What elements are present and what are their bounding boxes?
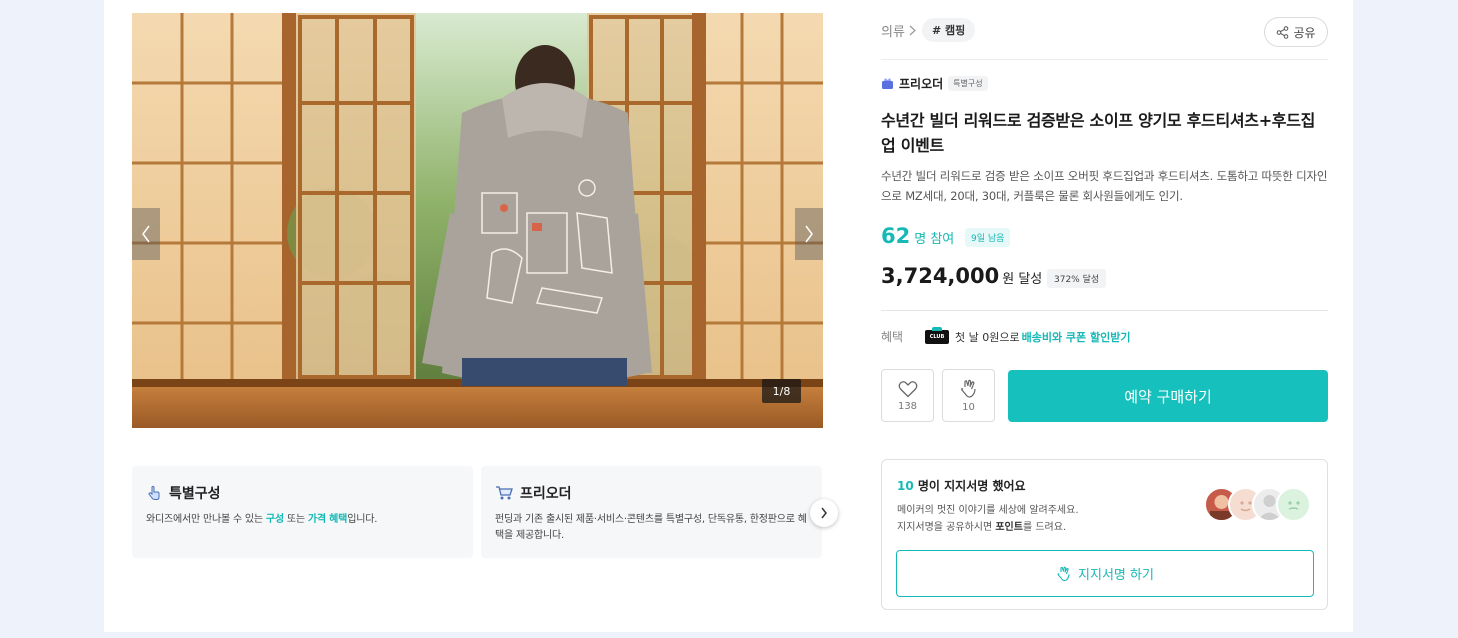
days-left-badge: 9일 남음 [965, 228, 1011, 247]
support-title-text: 명이 지지서명 했어요 [913, 479, 1026, 493]
breadcrumb-category[interactable]: 의류 [881, 21, 905, 40]
cheer-button[interactable]: 10 [942, 369, 995, 422]
participants-count: 62 명 참여 [881, 224, 954, 248]
gallery-next-button[interactable] [795, 208, 823, 260]
product-photo [132, 13, 823, 428]
support-desc-line1: 메이커의 멋진 이야기를 세상에 알려주세요. [897, 505, 1079, 516]
clapping-hands-icon [1057, 566, 1070, 581]
benefit-row: 혜택 CLUB 첫 날 0원으로 배송비와 쿠폰 할인받기 [881, 326, 1328, 345]
benefit-text: 첫 날 0원으로 [955, 330, 1020, 344]
share-icon [1277, 25, 1289, 39]
support-count: 10 [897, 479, 914, 493]
support-description: 메이커의 멋진 이야기를 세상에 알려주세요. 지지서명을 공유하시면 포인트를… [897, 502, 1079, 536]
breadcrumb[interactable]: 의류 [881, 21, 916, 40]
chevron-left-icon [142, 225, 150, 243]
share-label: 공유 [1293, 25, 1316, 40]
supporter-avatars [1204, 487, 1313, 523]
page-container: 1/8 특별구성 와디즈에서만 만나볼 수 있는 구성 또는 가격 혜택입니다.… [104, 0, 1353, 632]
maker-row[interactable]: 프리오더 특별구성 [881, 75, 988, 92]
like-button[interactable]: 138 [881, 369, 934, 422]
category-tag[interactable]: # 캠핑 [922, 18, 976, 42]
cart-icon [496, 486, 513, 500]
heart-icon [898, 380, 917, 397]
feature-title: 프리오더 [520, 486, 572, 502]
feature-description: 펀딩과 기존 출시된 제품·서비스·콘텐츠를 특별구성, 단독유통, 한정판으로… [495, 514, 807, 541]
hand-pointer-icon [148, 485, 160, 500]
club-badge-icon: CLUB [925, 326, 949, 344]
amount-unit: 원 달성 [1002, 272, 1043, 287]
participants-unit: 명 참여 [914, 232, 955, 247]
feature-card-preorder: 프리오더 펀딩과 기존 출시된 제품·서비스·콘텐츠를 특별구성, 단독유통, … [481, 466, 822, 558]
amount-number: 3,724,000 [881, 264, 1000, 288]
avatar [1276, 487, 1311, 522]
benefit-label: 혜택 [881, 330, 904, 344]
feature-card-special: 특별구성 와디즈에서만 만나볼 수 있는 구성 또는 가격 혜택입니다. [132, 466, 473, 558]
support-signature-box: 10 명이 지지서명 했어요 메이커의 멋진 이야기를 세상에 알려주세요. 지… [881, 459, 1328, 610]
funding-amount: 3,724,000 원 달성 [881, 264, 1042, 288]
chevron-right-icon [821, 507, 827, 519]
support-button-label: 지지서명 하기 [1078, 568, 1154, 583]
benefit-link[interactable]: 배송비와 쿠폰 할인받기 [1022, 329, 1131, 345]
product-image-gallery[interactable]: 1/8 [132, 13, 823, 428]
maker-icon [882, 78, 893, 89]
participants-number: 62 [881, 224, 911, 248]
maker-name[interactable]: 프리오더 [899, 75, 943, 92]
share-button[interactable]: 공유 [1264, 17, 1328, 47]
support-desc-line2: 지지서명을 공유하시면 포인트를 드려요. [897, 522, 1067, 533]
product-title: 수년간 빌더 리워드로 검증받은 소이프 양기모 후드티셔츠+후드집업 이벤트 [881, 111, 1316, 155]
maker-badge: 특별구성 [948, 76, 988, 91]
support-title: 10 명이 지지서명 했어요 [897, 477, 1026, 494]
achievement-rate-badge: 372% 달성 [1047, 269, 1107, 288]
feature-slider-next-button[interactable] [810, 499, 838, 527]
cheer-count: 10 [962, 401, 975, 413]
reserve-purchase-button[interactable]: 예약 구매하기 [1008, 370, 1328, 422]
image-counter: 1/8 [762, 379, 801, 403]
divider [881, 59, 1328, 60]
like-count: 138 [897, 400, 918, 412]
support-signature-button[interactable]: 지지서명 하기 [896, 550, 1314, 597]
clapping-hands-icon [960, 379, 976, 398]
divider [881, 310, 1328, 311]
product-description: 수년간 빌더 리워드로 검증 받은 소이프 오버핏 후드집업과 후드티셔츠. 도… [881, 169, 1328, 203]
chevron-right-icon [909, 25, 916, 36]
chevron-right-icon [805, 225, 813, 243]
gallery-prev-button[interactable] [132, 208, 160, 260]
feature-title: 특별구성 [169, 486, 221, 502]
feature-description: 와디즈에서만 만나볼 수 있는 구성 또는 가격 혜택입니다. [146, 514, 378, 525]
